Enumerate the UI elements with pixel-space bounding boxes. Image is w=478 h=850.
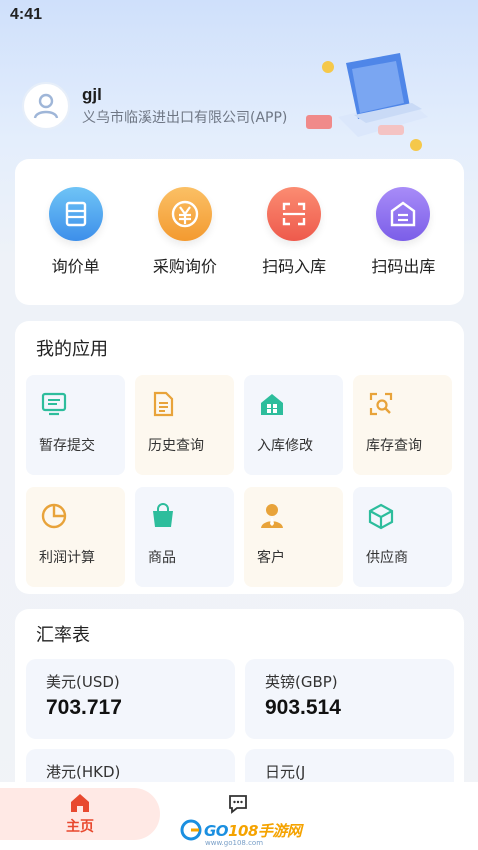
app-label: 暂存提交 — [39, 438, 95, 454]
nav-home-label: 主页 — [66, 818, 94, 835]
house-icon — [257, 389, 287, 419]
rate-value: 703.717 — [46, 696, 122, 719]
my-apps-title: 我的应用 — [36, 339, 108, 360]
shopping-bag-icon — [148, 501, 178, 531]
rate-card-usd[interactable]: 美元(USD) 703.717 — [26, 659, 235, 739]
inquiry-list-label: 询价单 — [51, 257, 100, 276]
scan-inbound-button[interactable]: 扫码入库 — [244, 187, 344, 305]
app-inbound-edit[interactable]: 入库修改 — [244, 375, 343, 475]
monitor-icon — [39, 389, 69, 419]
app-profit-calc[interactable]: 利润计算 — [26, 487, 125, 587]
rate-value: 903.514 — [265, 696, 341, 719]
app-temp-submit[interactable]: 暂存提交 — [26, 375, 125, 475]
rate-currency: 日元(J — [265, 763, 306, 781]
username: gjl — [82, 85, 102, 104]
app-label: 供应商 — [366, 550, 408, 566]
scan-outbound-label: 扫码出库 — [371, 257, 436, 276]
document-icon — [148, 389, 178, 419]
rate-currency: 英镑(GBP) — [265, 673, 338, 691]
scan-outbound-button[interactable]: 扫码出库 — [353, 187, 453, 305]
app-label: 商品 — [148, 550, 176, 566]
search-frame-icon — [366, 389, 396, 419]
cube-icon — [366, 501, 396, 531]
rate-currency: 港元(HKD) — [46, 763, 121, 781]
my-apps-panel: 我的应用 暂存提交 历史查询 入库修改 库存查询 利润计算 商品 客户 供应商 — [15, 321, 464, 594]
exchange-rate-panel: 汇率表 美元(USD) 703.717 英镑(GBP) 903.514 港元(H… — [15, 609, 464, 809]
nav-home-tab[interactable]: 主页 — [0, 788, 160, 840]
profile-header[interactable]: gjl 义乌市临溪进出口有限公司(APP) — [22, 82, 287, 130]
watermark-text: GO108手游网 — [204, 820, 302, 841]
user-icon — [33, 93, 59, 119]
app-products[interactable]: 商品 — [135, 487, 234, 587]
warehouse-icon — [376, 187, 431, 241]
app-history-query[interactable]: 历史查询 — [135, 375, 234, 475]
purchase-inquiry-label: 采购询价 — [152, 257, 217, 276]
app-label: 入库修改 — [257, 438, 313, 454]
purchase-inquiry-button[interactable]: 采购询价 — [135, 187, 235, 305]
app-label: 客户 — [257, 550, 285, 566]
quick-actions-panel: 询价单 采购询价 扫码入库 扫码出库 — [15, 159, 464, 305]
chat-icon — [229, 795, 247, 814]
avatar[interactable] — [22, 82, 70, 130]
scan-icon — [267, 187, 322, 241]
watermark-text-a: GO — [204, 821, 229, 840]
app-label: 利润计算 — [39, 550, 95, 566]
pie-chart-icon — [39, 501, 69, 531]
app-label: 库存查询 — [366, 438, 422, 454]
company-name: 义乌市临溪进出口有限公司(APP) — [82, 110, 288, 126]
watermark-url: www.go108.com — [205, 839, 264, 847]
watermark-logo-icon — [180, 819, 202, 841]
app-stock-query[interactable]: 库存查询 — [353, 375, 452, 475]
rate-currency: 美元(USD) — [46, 673, 120, 691]
exchange-rate-title: 汇率表 — [36, 625, 90, 646]
scan-inbound-label: 扫码入库 — [262, 257, 327, 276]
app-customers[interactable]: 客户 — [244, 487, 343, 587]
status-time: 4:41 — [10, 6, 43, 23]
document-list-icon — [48, 187, 103, 241]
app-label: 历史查询 — [148, 438, 204, 454]
person-icon — [257, 501, 287, 531]
inquiry-list-button[interactable]: 询价单 — [26, 187, 126, 305]
laptop-illustration — [306, 53, 428, 151]
yen-coin-icon — [157, 187, 212, 241]
home-icon — [71, 793, 89, 812]
rate-card-gbp[interactable]: 英镑(GBP) 903.514 — [245, 659, 454, 739]
watermark-text-b: 108手游网 — [228, 821, 302, 840]
app-suppliers[interactable]: 供应商 — [353, 487, 452, 587]
